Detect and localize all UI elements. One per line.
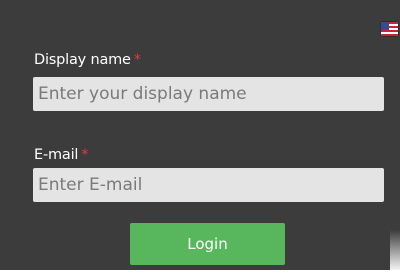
display-name-label: Display name * [34, 52, 141, 68]
login-card: Display name* E-mail* Login [0, 0, 400, 270]
display-name-label-text: Display name [34, 52, 131, 68]
email-label: E-mail * [34, 147, 89, 163]
email-input[interactable] [33, 168, 384, 202]
us-flag-icon[interactable] [381, 22, 398, 36]
login-button[interactable]: Login [130, 223, 285, 265]
email-label-text: E-mail [34, 147, 79, 163]
required-marker: * [81, 147, 89, 163]
login-panel: Display name* E-mail* Login [0, 0, 400, 279]
display-name-input[interactable] [33, 77, 384, 111]
required-marker: * [133, 52, 141, 68]
